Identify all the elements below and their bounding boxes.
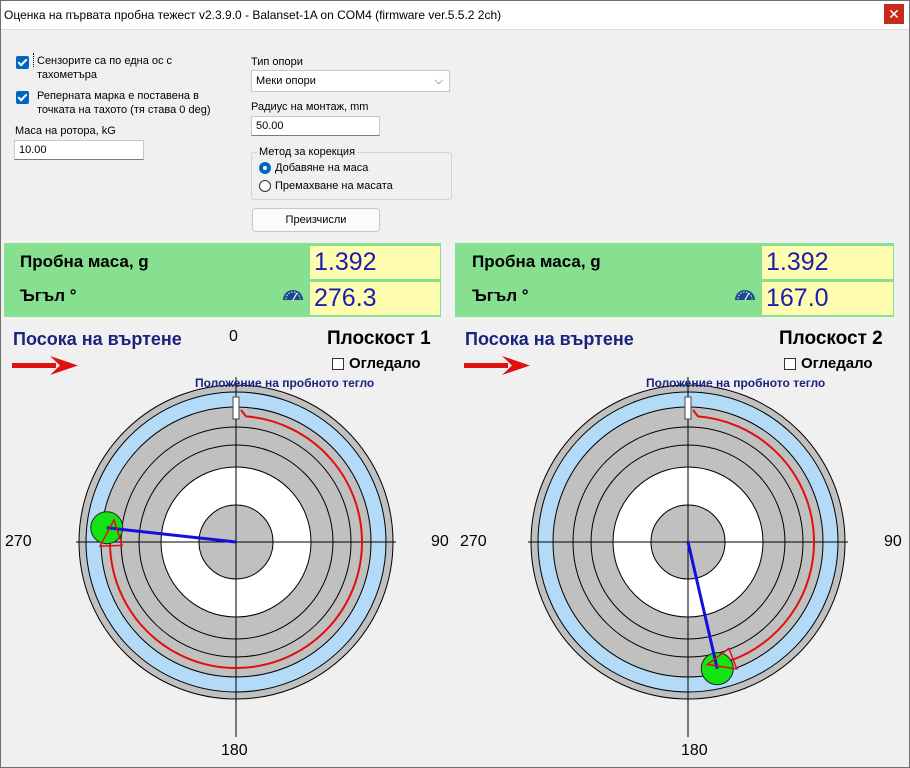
plane2-weight-position-label: Положение на пробното тегло [646, 376, 826, 390]
zero-mark [684, 396, 692, 420]
